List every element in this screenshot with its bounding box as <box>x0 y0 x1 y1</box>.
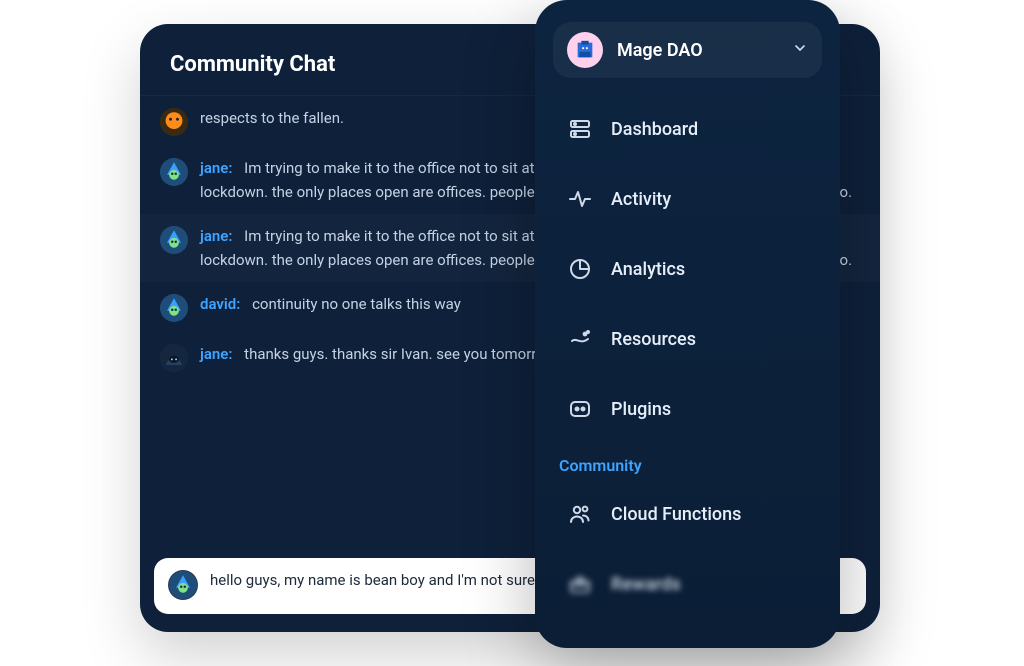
activity-icon <box>567 186 593 212</box>
sidebar: Mage DAO Dashboard Activity Analytics Re… <box>535 0 840 648</box>
chat-message-author: jane: <box>200 159 232 177</box>
chat-message-text: respects to the fallen. <box>200 109 344 127</box>
analytics-icon <box>567 256 593 282</box>
chevron-down-icon <box>792 40 808 60</box>
avatar <box>160 108 188 136</box>
sidebar-item-label: Plugins <box>611 399 671 420</box>
chat-message-author: jane: <box>200 227 232 245</box>
workspace-switcher[interactable]: Mage DAO <box>553 22 822 78</box>
chat-message-text: continuity no one talks this way <box>252 295 461 313</box>
sidebar-item-dashboard[interactable]: Dashboard <box>553 100 822 158</box>
sidebar-item-analytics[interactable]: Analytics <box>553 240 822 298</box>
rewards-icon <box>567 571 593 597</box>
sidebar-item-label: Rewards <box>611 574 681 595</box>
avatar <box>168 570 198 600</box>
plugins-icon <box>567 396 593 422</box>
workspace-logo <box>567 32 603 68</box>
sidebar-item-plugins[interactable]: Plugins <box>553 380 822 438</box>
sidebar-item-cloud-functions[interactable]: Cloud Functions <box>553 485 822 543</box>
workspace-name: Mage DAO <box>617 40 778 61</box>
sidebar-item-label: Cloud Functions <box>611 504 741 525</box>
avatar <box>160 158 188 186</box>
sidebar-item-label: Activity <box>611 189 671 210</box>
sidebar-item-rewards[interactable]: Rewards <box>553 555 822 613</box>
avatar <box>160 294 188 322</box>
sidebar-item-activity[interactable]: Activity <box>553 170 822 228</box>
sidebar-item-label: Dashboard <box>611 119 698 140</box>
avatar <box>160 226 188 254</box>
people-icon <box>567 501 593 527</box>
chat-message-author: jane: <box>200 345 232 363</box>
sidebar-item-label: Analytics <box>611 259 685 280</box>
chat-message-author: david: <box>200 295 240 313</box>
sidebar-item-resources[interactable]: Resources <box>553 310 822 368</box>
dashboard-icon <box>567 116 593 142</box>
avatar <box>160 344 188 372</box>
resources-icon <box>567 326 593 352</box>
sidebar-section-label: Community <box>553 450 822 485</box>
sidebar-item-label: Resources <box>611 329 696 350</box>
